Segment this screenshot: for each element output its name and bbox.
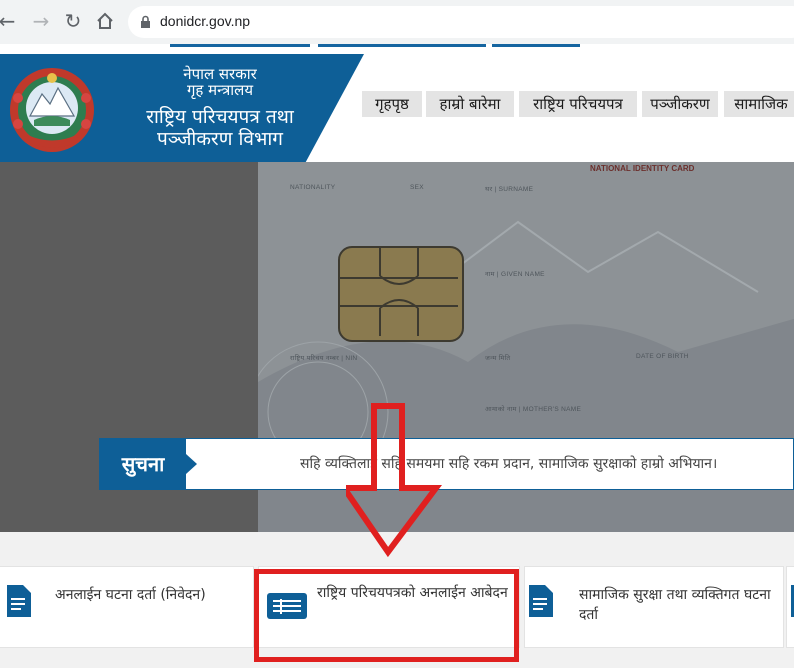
tile-label: सामाजिक सुरक्षा तथा व्यक्तिगत घटना दर्ता (579, 587, 771, 623)
notice-label: सुचना (100, 439, 186, 489)
tile-partial[interactable] (786, 566, 794, 648)
card-label-nationality: NATIONALITY (290, 184, 336, 191)
notice-bar: सुचना सहि व्यक्तिलाई सहि समयमा सहि रकम प… (99, 438, 794, 490)
menu-registration[interactable]: पञ्जीकरण (642, 91, 718, 117)
tile-online-event-registration[interactable]: अनलाईन घटना दर्ता (निवेदन) (0, 566, 254, 648)
annotation-highlight-box (254, 569, 519, 662)
card-title: NATIONAL IDENTITY CARD (590, 164, 695, 173)
site-header: नेपाल सरकार गृह मन्त्रालय राष्ट्रिय परिच… (0, 54, 794, 162)
address-bar[interactable]: donidcr.gov.np (128, 6, 794, 38)
card-label-surname: थर | SURNAME (485, 186, 534, 193)
home-icon[interactable] (92, 8, 118, 34)
government-name: नेपाल सरकार गृह मन्त्रालय (183, 65, 257, 99)
document-icon (529, 585, 553, 621)
menu-national-id[interactable]: राष्ट्रिय परिचयपत्र (519, 91, 637, 117)
forward-arrow-icon[interactable]: → (28, 8, 54, 34)
card-label-mother: आमाको नाम | MOTHER'S NAME (485, 406, 582, 413)
back-arrow-icon[interactable]: ← (0, 8, 20, 34)
department-name[interactable]: राष्ट्रिय परिचयपत्र तथा पञ्जीकरण विभाग (110, 106, 330, 150)
lock-icon (140, 14, 151, 33)
menu-social[interactable]: सामाजिक (724, 91, 794, 117)
card-label-given-name: नाम | GIVEN NAME (485, 271, 545, 278)
tile-social-security-registration[interactable]: सामाजिक सुरक्षा तथा व्यक्तिगत घटना दर्ता (524, 566, 784, 648)
menu-about-us[interactable]: हाम्रो बारेमा (426, 91, 514, 117)
card-label-dob: DATE OF BIRTH (636, 353, 689, 360)
nepal-emblem-icon[interactable] (4, 64, 100, 156)
card-chip (338, 246, 464, 342)
reload-icon[interactable]: ↻ (60, 8, 86, 34)
document-icon (7, 585, 31, 621)
top-strip (0, 44, 794, 54)
menu-home[interactable]: गृहपृष्ठ (362, 91, 422, 117)
browser-toolbar: ← → ↻ donidcr.gov.np (0, 0, 794, 45)
tile-label: अनलाईन घटना दर्ता (निवेदन) (55, 587, 206, 603)
card-label-sex: SEX (410, 184, 424, 191)
url-text: donidcr.gov.np (160, 13, 251, 29)
annotation-down-arrow (346, 403, 442, 558)
card-label-nin: राष्ट्रिय परिचय नम्बर | NIN (290, 355, 358, 362)
notice-arrow (186, 454, 197, 474)
card-label-dob-np: जन्म मिति (485, 355, 511, 362)
